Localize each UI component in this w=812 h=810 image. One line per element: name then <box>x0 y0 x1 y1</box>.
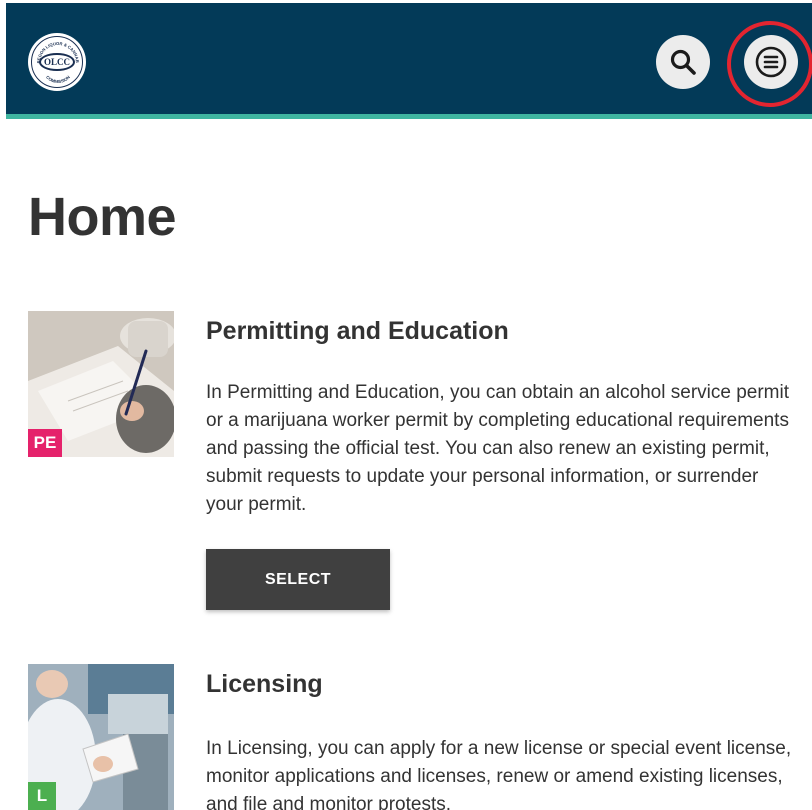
search-icon <box>670 49 696 75</box>
svg-text:COMMISSION: COMMISSION <box>45 75 71 85</box>
search-button[interactable] <box>656 35 710 89</box>
logo-text: OLCC <box>43 57 70 67</box>
permitting-card-image: PE <box>28 311 174 457</box>
permitting-select-button[interactable]: SELECT <box>206 549 390 610</box>
logo-badge: OLCC <box>39 53 75 71</box>
l-tag: L <box>28 782 56 810</box>
permitting-card-title: Permitting and Education <box>206 317 509 345</box>
licensing-card-image: L <box>28 664 174 810</box>
licensing-card-title: Licensing <box>206 670 323 698</box>
olcc-logo[interactable]: OREGON LIQUOR & CANNABIS COMMISSION OLCC <box>28 33 86 91</box>
pe-tag: PE <box>28 429 62 457</box>
permitting-card-description: In Permitting and Education, you can obt… <box>206 382 789 515</box>
site-header: OREGON LIQUOR & CANNABIS COMMISSION OLCC <box>6 3 812 119</box>
logo-seal: OREGON LIQUOR & CANNABIS COMMISSION OLCC <box>31 36 83 88</box>
hamburger-menu-icon <box>755 46 787 78</box>
licensing-card-description: In Licensing, you can apply for a new li… <box>206 738 792 810</box>
menu-button[interactable] <box>744 35 798 89</box>
page-title: Home <box>28 187 177 247</box>
